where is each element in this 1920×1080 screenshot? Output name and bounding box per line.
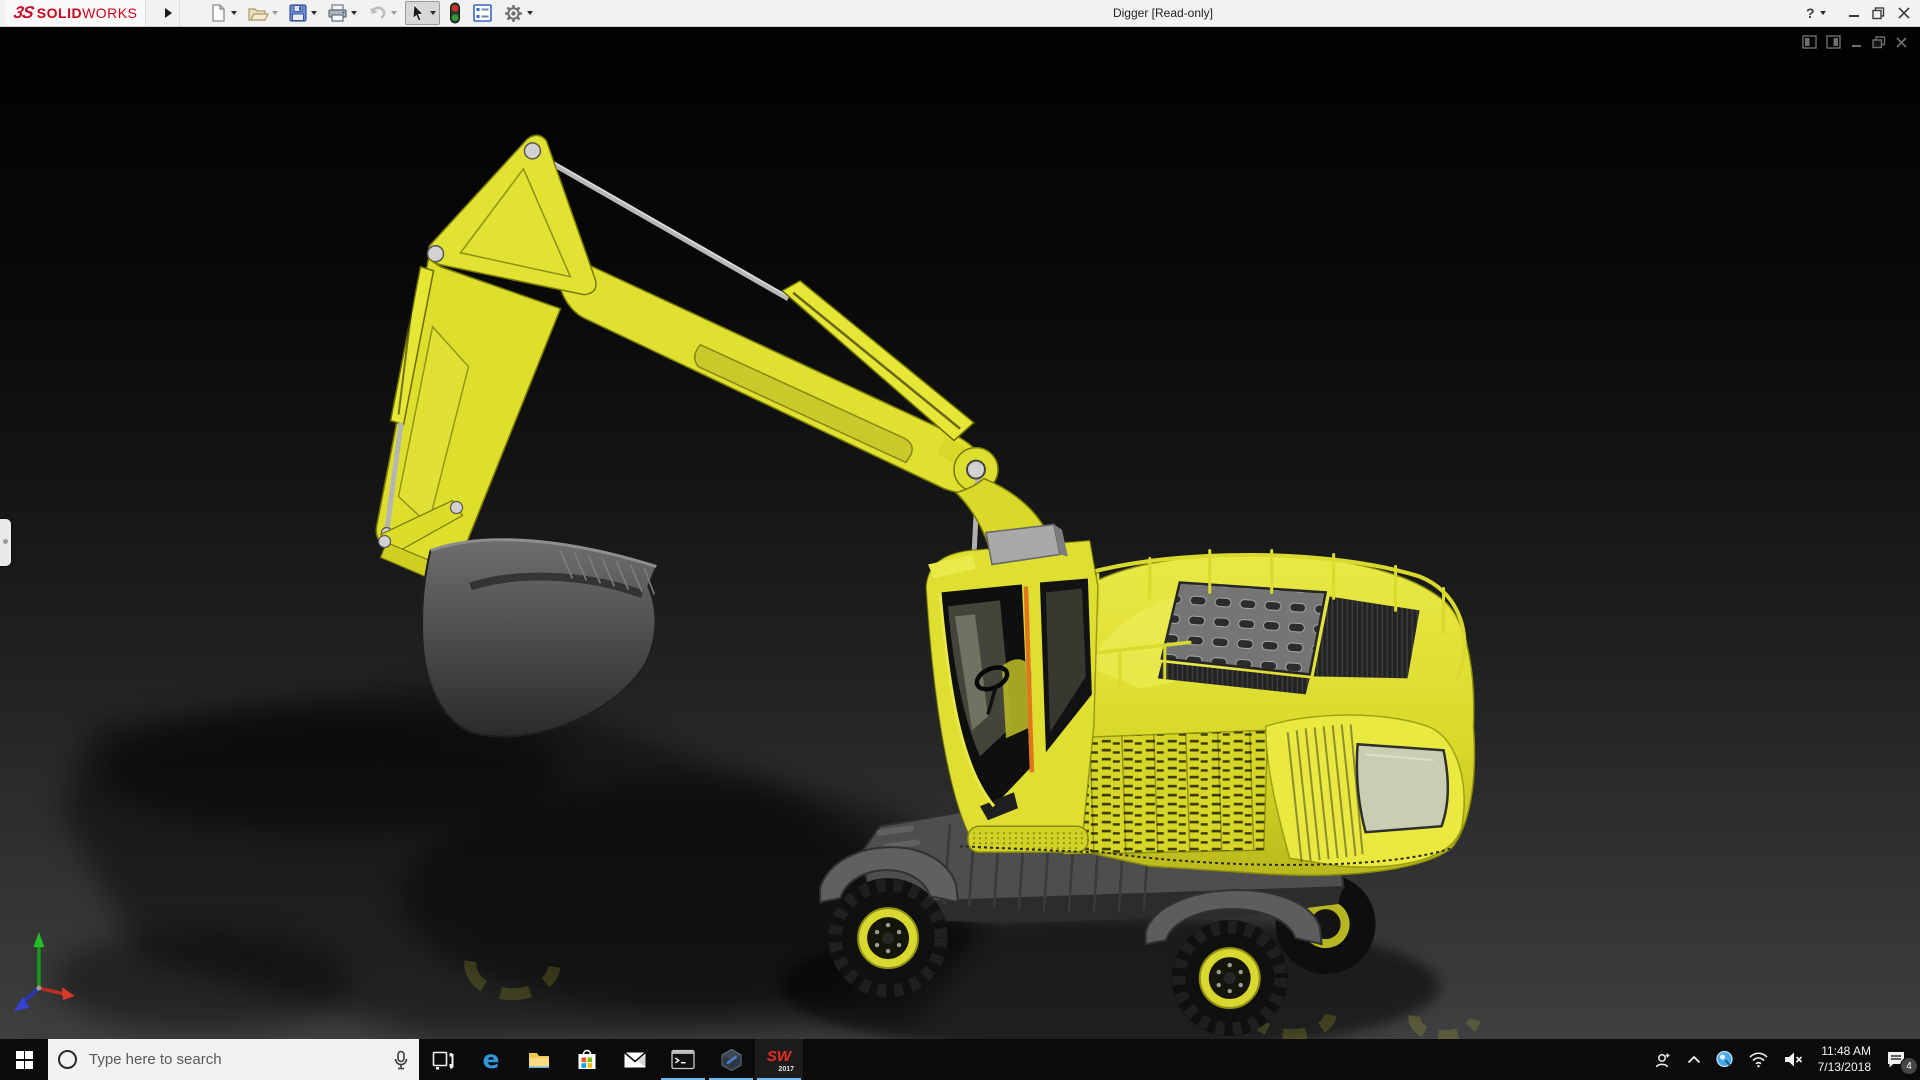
restore-button[interactable] bbox=[1866, 0, 1890, 26]
minimize-button[interactable] bbox=[1842, 0, 1866, 26]
window-title: Digger [Read-only] bbox=[1113, 0, 1213, 26]
command-prompt-icon bbox=[671, 1049, 695, 1070]
undo-icon bbox=[367, 3, 388, 23]
taskbar-app-edrawings[interactable] bbox=[707, 1039, 755, 1080]
graphics-viewport[interactable]: *Dimetric bbox=[0, 27, 1920, 1040]
new-document-button[interactable] bbox=[206, 2, 239, 24]
properties-list-icon bbox=[472, 3, 493, 23]
taskbar-app-mail[interactable] bbox=[611, 1039, 659, 1080]
start-button[interactable] bbox=[0, 1039, 48, 1080]
bucket[interactable] bbox=[422, 540, 656, 737]
taskbar-app-command-prompt[interactable] bbox=[659, 1039, 707, 1080]
properties-button[interactable] bbox=[470, 2, 495, 24]
flyout-arrow-icon bbox=[165, 8, 172, 18]
help-button[interactable]: ? bbox=[1806, 0, 1826, 26]
options-button[interactable] bbox=[501, 2, 535, 25]
save-button[interactable] bbox=[286, 2, 319, 24]
solidworks-logo: 3S SOLIDWORKS bbox=[6, 0, 146, 26]
undo-button[interactable] bbox=[365, 2, 399, 24]
taskbar-clock[interactable]: 11:48 AM 7/13/2018 bbox=[1810, 1044, 1879, 1075]
document-window-controls bbox=[1802, 35, 1908, 49]
save-icon bbox=[288, 3, 308, 23]
mail-icon bbox=[623, 1050, 647, 1070]
select-cursor-icon bbox=[409, 3, 427, 23]
volume-muted-icon[interactable] bbox=[1776, 1039, 1810, 1080]
hexagon-app-icon bbox=[720, 1048, 743, 1072]
print-icon bbox=[327, 3, 348, 23]
taskbar-app-file-explorer[interactable] bbox=[515, 1039, 563, 1080]
gear-icon bbox=[503, 3, 524, 24]
rebuild-stoplight-button[interactable] bbox=[446, 1, 464, 25]
print-button[interactable] bbox=[325, 2, 359, 24]
select-button[interactable] bbox=[405, 1, 440, 25]
tray-security-icon[interactable] bbox=[1708, 1039, 1741, 1080]
doc-restore-icon[interactable] bbox=[1872, 36, 1886, 49]
people-icon[interactable] bbox=[1647, 1039, 1680, 1080]
cortana-icon bbox=[58, 1050, 77, 1069]
store-icon bbox=[576, 1048, 598, 1071]
action-center-button[interactable]: 4 bbox=[1879, 1039, 1920, 1080]
excavator-model[interactable] bbox=[0, 27, 1920, 1040]
taskbar: e bbox=[0, 1039, 1920, 1080]
windows-logo-icon bbox=[16, 1051, 33, 1068]
new-document-icon bbox=[208, 3, 228, 23]
tray-chevron-up-icon[interactable] bbox=[1680, 1039, 1708, 1080]
engine-deck[interactable] bbox=[1058, 550, 1475, 875]
task-pane-tab[interactable] bbox=[0, 519, 11, 566]
engine-grille bbox=[1162, 582, 1326, 674]
taskbar-app-task-view[interactable] bbox=[419, 1039, 467, 1080]
close-button[interactable] bbox=[1892, 0, 1916, 26]
taskbar-app-solidworks[interactable]: SW 2017 bbox=[755, 1039, 803, 1080]
search-input[interactable] bbox=[87, 1050, 383, 1069]
solidworks-2017-icon: SW 2017 bbox=[764, 1047, 794, 1073]
file-explorer-icon bbox=[527, 1049, 551, 1071]
microphone-icon[interactable] bbox=[393, 1050, 409, 1070]
notification-badge: 4 bbox=[1900, 1057, 1918, 1075]
wifi-icon[interactable] bbox=[1741, 1039, 1776, 1080]
edge-icon: e bbox=[483, 1047, 500, 1072]
doc-close-icon[interactable] bbox=[1895, 36, 1908, 49]
stoplight-icon bbox=[448, 2, 462, 24]
display-pane-icon[interactable] bbox=[1826, 35, 1841, 49]
ds-mark: 3S bbox=[12, 3, 35, 23]
clock-date: 7/13/2018 bbox=[1818, 1060, 1871, 1076]
quick-access-toolbar bbox=[206, 0, 541, 26]
rear-left-wheel[interactable] bbox=[1172, 920, 1288, 1036]
cab[interactable] bbox=[926, 525, 1098, 853]
pane-handle-icon bbox=[3, 539, 8, 544]
taskbar-app-edge[interactable]: e bbox=[467, 1039, 515, 1080]
task-view-icon bbox=[432, 1049, 454, 1071]
system-tray: 11:48 AM 7/13/2018 4 bbox=[1647, 1039, 1920, 1080]
taskbar-search[interactable] bbox=[48, 1039, 419, 1080]
doc-minimize-icon[interactable] bbox=[1850, 36, 1863, 49]
menu-flyout-button[interactable] bbox=[157, 0, 180, 26]
titlebar: 3S SOLIDWORKS bbox=[0, 0, 1920, 27]
clock-time: 11:48 AM bbox=[1818, 1044, 1871, 1060]
taskbar-app-store[interactable] bbox=[563, 1039, 611, 1080]
open-icon bbox=[247, 3, 269, 23]
feature-pane-icon[interactable] bbox=[1802, 35, 1817, 49]
open-button[interactable] bbox=[245, 2, 280, 24]
